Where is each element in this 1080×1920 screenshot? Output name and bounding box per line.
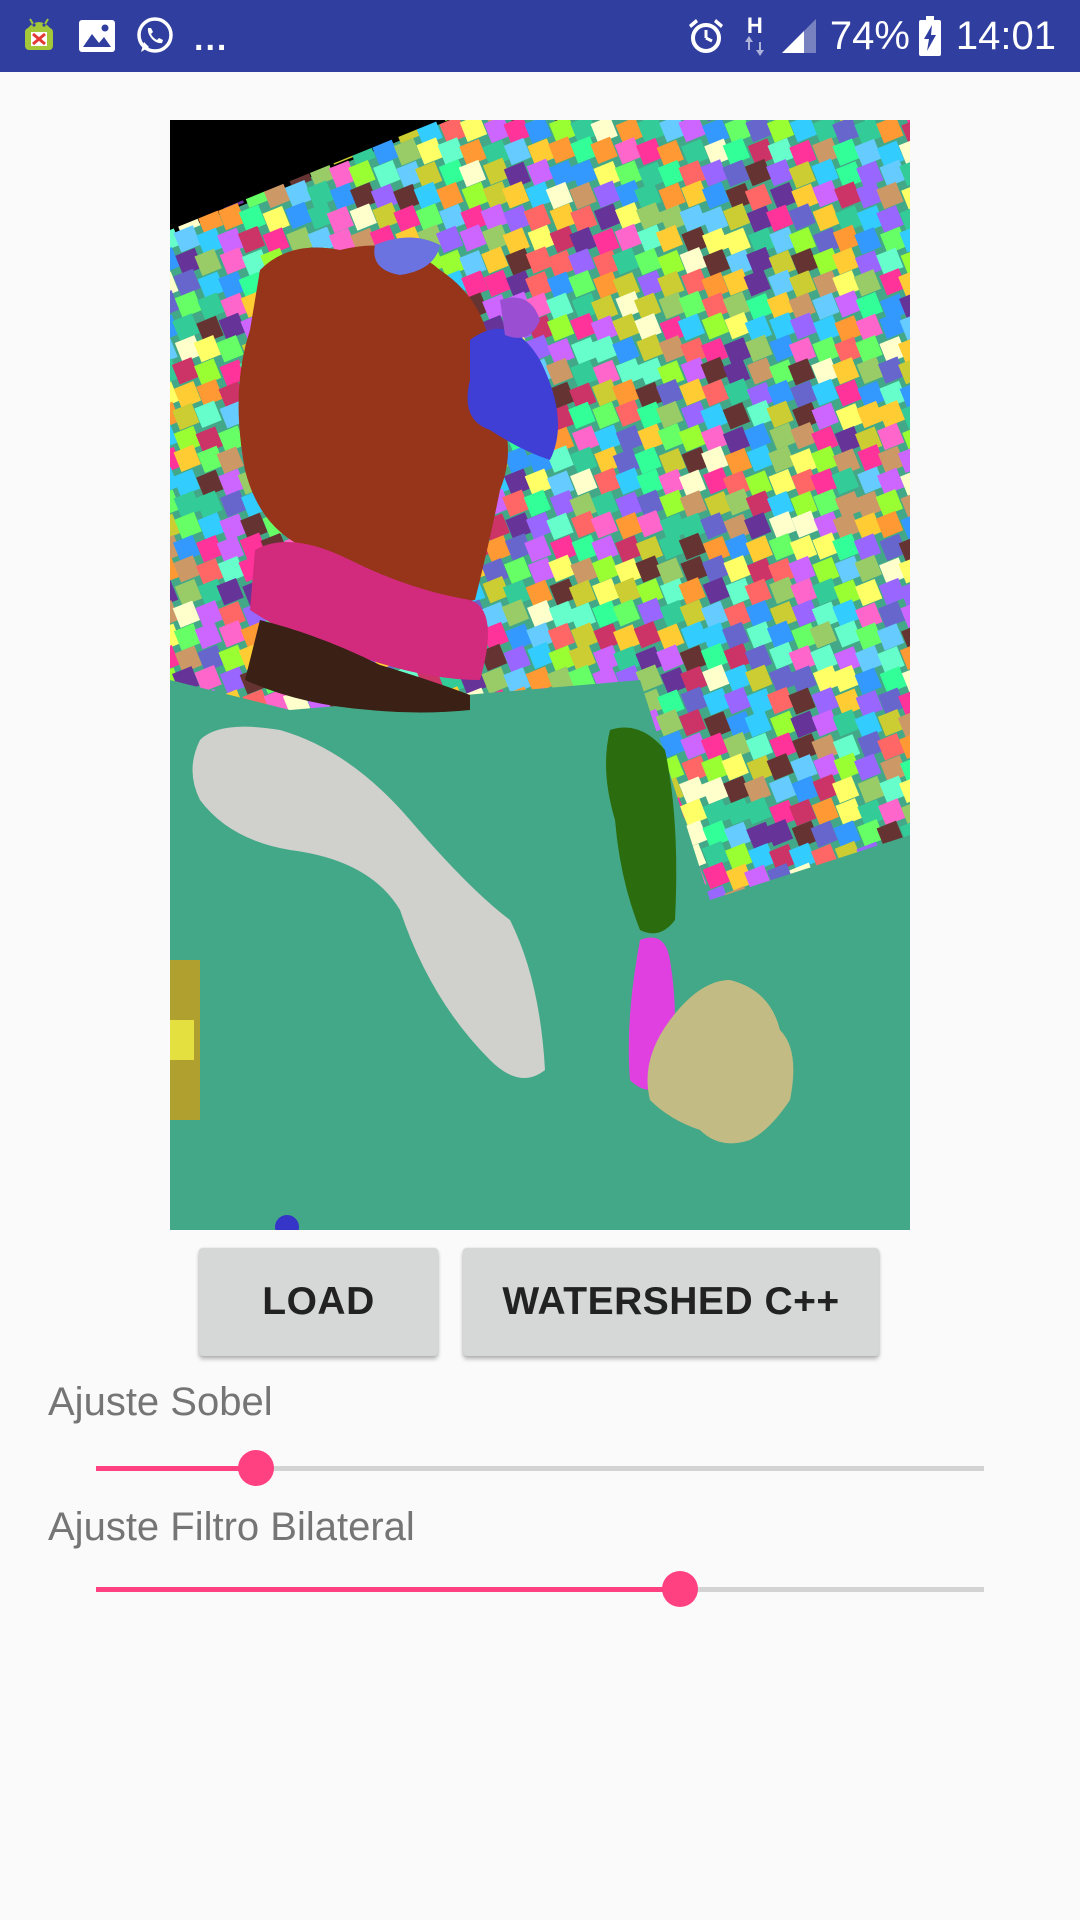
slider-thumb[interactable] <box>662 1571 699 1607</box>
alarm-icon <box>686 16 726 56</box>
network-type-label: H <box>746 13 763 38</box>
status-bar: ... H 74% 14:01 <box>0 0 1080 72</box>
system-status-area: H 74% 14:01 <box>676 0 1056 72</box>
slider-track <box>96 1587 984 1592</box>
watershed-button[interactable]: WATERSHED C++ <box>463 1248 879 1356</box>
notification-area[interactable]: ... <box>18 0 228 72</box>
segmented-image <box>170 120 910 1230</box>
slider-track <box>96 1466 984 1471</box>
slider-thumb[interactable] <box>237 1450 274 1486</box>
signal-icon <box>780 17 818 55</box>
whatsapp-icon <box>134 15 176 57</box>
more-notifications-indicator: ... <box>194 19 229 58</box>
battery-percentage: 74% <box>829 13 910 58</box>
load-button[interactable]: LOAD <box>199 1248 438 1356</box>
clock: 14:01 <box>955 13 1056 58</box>
bilateral-slider-label: Ajuste Filtro Bilateral <box>48 1505 415 1549</box>
sobel-slider-label: Ajuste Sobel <box>48 1380 273 1424</box>
sobel-slider[interactable] <box>96 1448 984 1488</box>
slider-track-fill <box>96 1587 681 1592</box>
slider-track-fill <box>96 1466 256 1471</box>
android-debug-icon <box>18 15 60 57</box>
bilateral-slider[interactable] <box>96 1569 984 1609</box>
image-icon <box>78 19 116 53</box>
network-h-icon: H <box>744 13 766 56</box>
battery-charging-icon <box>918 15 942 57</box>
